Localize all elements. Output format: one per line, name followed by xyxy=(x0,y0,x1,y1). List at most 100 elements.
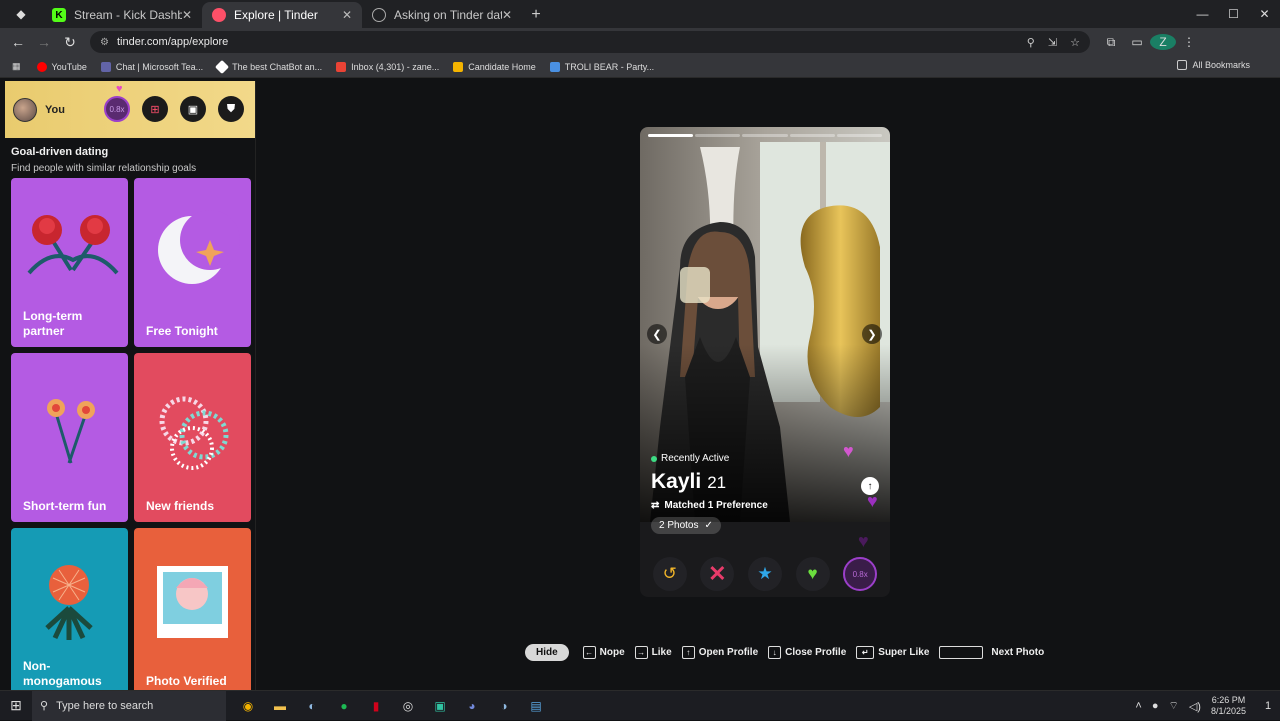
heart-icon: ♥ xyxy=(858,531,869,551)
clock[interactable]: 6:26 PM 8/1/2025 xyxy=(1211,695,1246,717)
avatar[interactable] xyxy=(13,97,37,122)
matched-text: Matched 1 Preference xyxy=(664,500,768,511)
reload-icon[interactable]: ↻ xyxy=(58,30,82,54)
apps-icon[interactable]: ▦ xyxy=(12,61,21,72)
like-button[interactable]: ♥ xyxy=(795,557,830,591)
card-label: Short-term fun xyxy=(23,499,107,513)
windows-start-icon[interactable]: ⊞ xyxy=(0,691,32,721)
chrome-icon[interactable]: ◉ xyxy=(232,691,264,721)
progress-segment xyxy=(695,134,741,137)
red-app-icon[interactable]: ▮ xyxy=(360,691,392,721)
steam-icon[interactable]: ◐ xyxy=(296,691,328,721)
tinder-favicon-icon xyxy=(212,8,226,22)
streamlabs-icon[interactable]: ▣ xyxy=(424,691,456,721)
card-label: New friends xyxy=(146,499,215,513)
back-icon[interactable]: ← xyxy=(6,30,30,54)
extensions-icon[interactable]: ⧉ xyxy=(1098,34,1124,50)
shortcut-next-photo: Next Photo xyxy=(939,646,1044,659)
location-icon[interactable]: ⚲ xyxy=(1027,37,1035,49)
install-app-icon[interactable]: ⇲ xyxy=(1048,37,1057,49)
omnibox-icons: ⚲ ⇲ ☆ xyxy=(1017,36,1080,49)
next-photo-icon[interactable]: ❯ xyxy=(862,324,882,344)
candidate-icon xyxy=(453,61,464,72)
bookmark-chatbot[interactable]: The best ChatBot an... xyxy=(215,59,322,74)
close-window-icon[interactable]: ✕ xyxy=(1249,0,1280,28)
sparklers-icon xyxy=(47,399,95,464)
notification-icon[interactable]: 1 xyxy=(1256,691,1280,721)
matched-preference: ⇄ Matched 1 Preference xyxy=(651,500,881,511)
volume-icon[interactable]: ◁) xyxy=(1189,700,1201,713)
toolbar-right: ⧉ ▭ Z ⋮ xyxy=(1098,34,1202,50)
all-bookmarks[interactable]: All Bookmarks xyxy=(1177,60,1250,70)
section-subtitle: Find people with similar relationship go… xyxy=(11,163,197,174)
bookmark-teams[interactable]: Chat | Microsoft Tea... xyxy=(100,61,203,72)
shortcut-label: Like xyxy=(651,647,672,658)
wifi-icon[interactable]: ⌔ xyxy=(1168,699,1178,713)
prev-photo-icon[interactable]: ❮ xyxy=(647,324,667,344)
boost-button[interactable]: 0.8x xyxy=(104,96,130,122)
close-tab-icon[interactable]: ✕ xyxy=(342,8,352,22)
chevron-up-icon[interactable]: ˄ xyxy=(1135,700,1141,712)
card-free-tonight[interactable]: Free Tonight xyxy=(134,178,251,347)
boost-button[interactable]: 0.8x xyxy=(843,557,878,591)
hide-button[interactable]: Hide xyxy=(525,644,569,661)
bracelets-icon xyxy=(159,396,229,470)
shortcut-label: Open Profile xyxy=(698,647,759,658)
youtube-icon xyxy=(36,61,47,72)
bookmark-youtube[interactable]: YouTube xyxy=(36,61,87,72)
rewind-button[interactable]: ↺ xyxy=(652,557,687,591)
progress-segment xyxy=(648,134,694,137)
microphone-icon[interactable]: ● xyxy=(1152,700,1159,712)
photos-icon[interactable]: ▤ xyxy=(520,691,552,721)
search-placeholder[interactable]: Type here to search xyxy=(56,700,218,712)
spotify-icon[interactable]: ● xyxy=(328,691,360,721)
discord-icon[interactable]: ◕ xyxy=(456,691,488,721)
cast-icon[interactable]: ▭ xyxy=(1124,34,1150,50)
site-info-icon[interactable]: ⚙ xyxy=(100,37,109,48)
steam-alt-icon[interactable]: ◑ xyxy=(488,691,520,721)
forward-icon[interactable]: → xyxy=(32,30,56,54)
profile-button[interactable]: Z xyxy=(1150,34,1176,50)
card-long-term-partner[interactable]: Long-term partner xyxy=(11,178,128,347)
bookmark-troli-bear[interactable]: TROLI BEAR - Party... xyxy=(549,61,654,72)
shield-icon[interactable]: ⛊ xyxy=(218,96,244,122)
url-text[interactable]: tinder.com/app/explore xyxy=(117,36,1017,48)
nope-button[interactable]: ✕ xyxy=(700,557,735,591)
explore-icon[interactable]: ⊞ xyxy=(142,96,168,122)
card-photo-verified[interactable]: Photo Verified xyxy=(134,528,251,690)
profile-card[interactable]: ❮ ❯ ♥ ♥ ♥ Recently Active Kayli 21 ⇄ Matc… xyxy=(640,127,890,597)
tab-tinder-explore[interactable]: Explore | Tinder ✕ xyxy=(202,2,362,28)
card-label: Free Tonight xyxy=(146,324,218,338)
open-profile-arrow-icon[interactable]: ↑ xyxy=(861,477,879,495)
goal-cards-grid: Long-term partner Free Tonight Short-ter… xyxy=(11,178,251,690)
enter-key-icon: ↵ xyxy=(856,646,875,659)
new-tab-button[interactable]: + xyxy=(522,2,550,28)
address-bar[interactable]: ⚙ tinder.com/app/explore ⚲ ⇲ ☆ xyxy=(90,31,1090,53)
close-tab-icon[interactable]: ✕ xyxy=(182,8,192,22)
bookmark-gmail[interactable]: Inbox (4,301) - zane... xyxy=(336,61,439,72)
bookmark-star-icon[interactable]: ☆ xyxy=(1070,37,1080,49)
file-explorer-icon[interactable]: ▬ xyxy=(264,691,296,721)
user-label[interactable]: You xyxy=(45,104,65,116)
briefcase-icon[interactable]: ▣ xyxy=(180,96,206,122)
activity-status: Recently Active xyxy=(651,453,881,464)
card-short-term-fun[interactable]: Short-term fun xyxy=(11,353,128,522)
taskbar-search[interactable]: ⚲ Type here to search xyxy=(32,690,226,721)
maximize-icon[interactable]: ☐ xyxy=(1218,0,1249,28)
card-non-monogamous[interactable]: Non-monogamous xyxy=(11,528,128,690)
action-buttons: ↺ ✕ ★ ♥ 0.8x xyxy=(640,557,890,591)
progress-segment xyxy=(789,134,835,137)
shortcut-label: Next Photo xyxy=(991,647,1045,658)
folder-icon xyxy=(1177,60,1188,70)
tab-search-icon[interactable]: ◆ xyxy=(0,0,42,28)
menu-icon[interactable]: ⋮ xyxy=(1176,34,1202,50)
bookmark-candidate-home[interactable]: Candidate Home xyxy=(453,61,536,72)
tab-asking-tinder[interactable]: Asking on Tinder date ✕ xyxy=(362,2,522,28)
super-like-button[interactable]: ★ xyxy=(747,557,782,591)
close-tab-icon[interactable]: ✕ xyxy=(502,8,512,22)
github-icon[interactable]: ◎ xyxy=(392,691,424,721)
card-new-friends[interactable]: New friends xyxy=(134,353,251,522)
minimize-icon[interactable]: — xyxy=(1187,0,1218,28)
tab-kick-dashboard[interactable]: K Stream - Kick Dashboard ✕ xyxy=(42,2,202,28)
shortcut-label: Nope xyxy=(599,647,625,658)
